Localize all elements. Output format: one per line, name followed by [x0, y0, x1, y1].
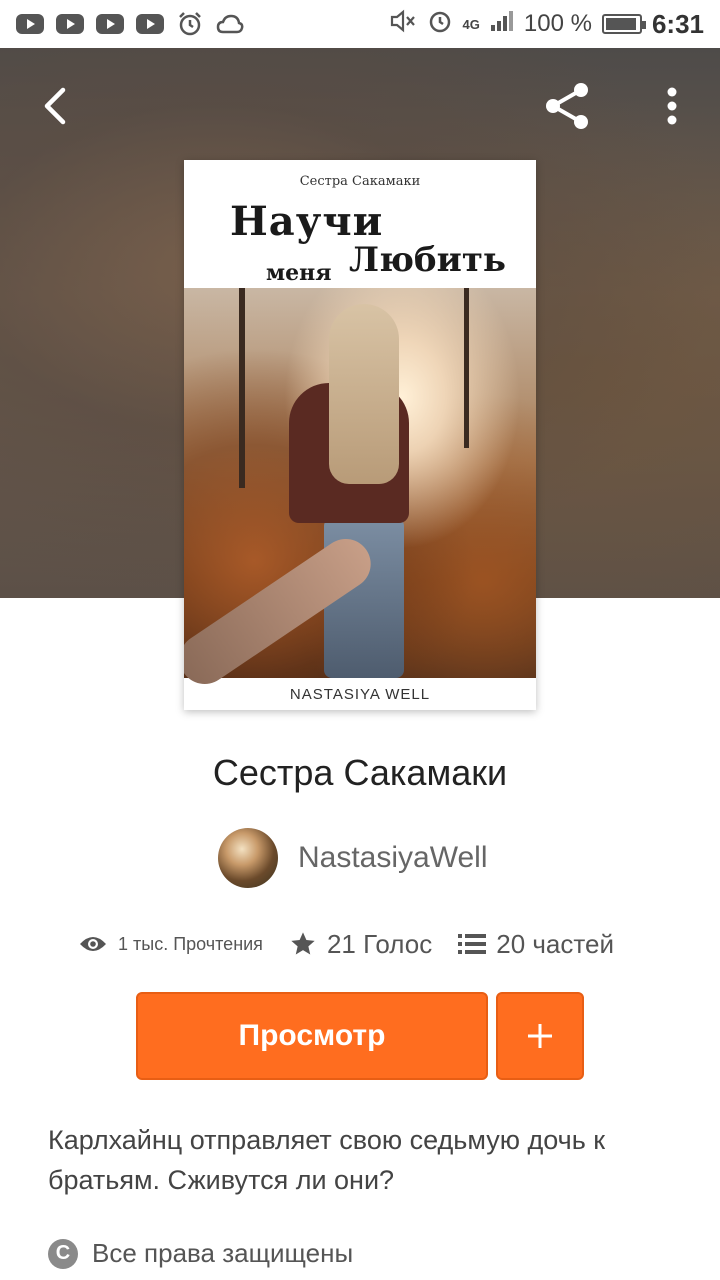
back-button[interactable] — [28, 80, 80, 132]
book-cover[interactable]: Сестра Сакамаки Научи меня Любить NASTAS… — [184, 160, 536, 710]
signal-icon — [490, 10, 514, 39]
author-name[interactable]: NastasiyaWell — [298, 841, 488, 875]
votes-stat: 21 Голос — [289, 929, 432, 960]
cover-series-text: Сестра Сакамаки — [299, 174, 421, 189]
top-app-bar — [0, 48, 720, 160]
alarm-status-icon — [427, 8, 453, 41]
cover-author: NASTASIYA WELL — [289, 686, 431, 703]
youtube-notification-icon — [136, 14, 164, 34]
avatar[interactable] — [218, 828, 278, 888]
copyright-icon: C — [48, 1238, 78, 1269]
battery-percent: 100 % — [523, 10, 592, 37]
alarm-icon — [176, 10, 204, 38]
list-icon — [458, 934, 487, 954]
tree-trunk — [239, 288, 245, 488]
cover-title-line1: Научи — [230, 198, 384, 245]
reads-stat: 1 тыс. Прочтения — [78, 933, 263, 955]
clock: 6:31 — [651, 8, 704, 39]
star-icon — [291, 932, 315, 955]
youtube-notification-icon — [96, 14, 124, 34]
system-status: 4G 100 % 6:31 — [389, 8, 704, 41]
cover-photo — [184, 288, 536, 694]
read-button[interactable]: Просмотр — [136, 992, 488, 1080]
eye-icon — [80, 937, 106, 951]
network-type: 4G — [462, 16, 480, 32]
more-vertical-icon — [667, 87, 677, 125]
copyright-text: Все права защищены — [92, 1238, 354, 1268]
share-button[interactable] — [540, 78, 596, 134]
parts-stat: 20 частей — [458, 929, 614, 960]
votes-count: 21 Голос — [326, 928, 433, 959]
battery-icon — [601, 14, 646, 34]
more-options-button[interactable] — [648, 78, 696, 134]
story-description: Карлхайнц отправляет свою седьмую дочь к… — [48, 1125, 606, 1195]
tree-trunk — [464, 288, 469, 448]
copyright-row: C Все права защищены — [48, 1238, 353, 1269]
mute-icon — [389, 8, 417, 41]
chevron-left-icon — [44, 87, 66, 125]
parts-count: 20 частей — [496, 928, 614, 959]
add-to-library-button[interactable] — [496, 992, 584, 1080]
cover-title-line2: Любить — [349, 240, 506, 280]
status-bar: 4G 100 % 6:31 — [0, 0, 720, 48]
share-icon — [546, 83, 588, 129]
youtube-notification-icon — [56, 14, 84, 34]
author-link[interactable]: NastasiyaWell — [218, 828, 488, 888]
cover-title-area: Сестра Сакамаки Научи меня Любить — [184, 160, 536, 288]
weather-cloud-icon — [216, 10, 244, 38]
story-stats: 1 тыс. Прочтения 21 Голос 20 частей — [78, 922, 678, 966]
notification-icons — [16, 10, 244, 38]
youtube-notification-icon — [16, 14, 44, 34]
story-title: Сестра Сакамаки — [212, 752, 508, 793]
plus-icon — [528, 1024, 552, 1048]
figure-hair — [329, 304, 399, 484]
cover-title-small: меня — [266, 260, 332, 286]
reads-count: 1 тыс. Прочтения — [118, 933, 263, 954]
